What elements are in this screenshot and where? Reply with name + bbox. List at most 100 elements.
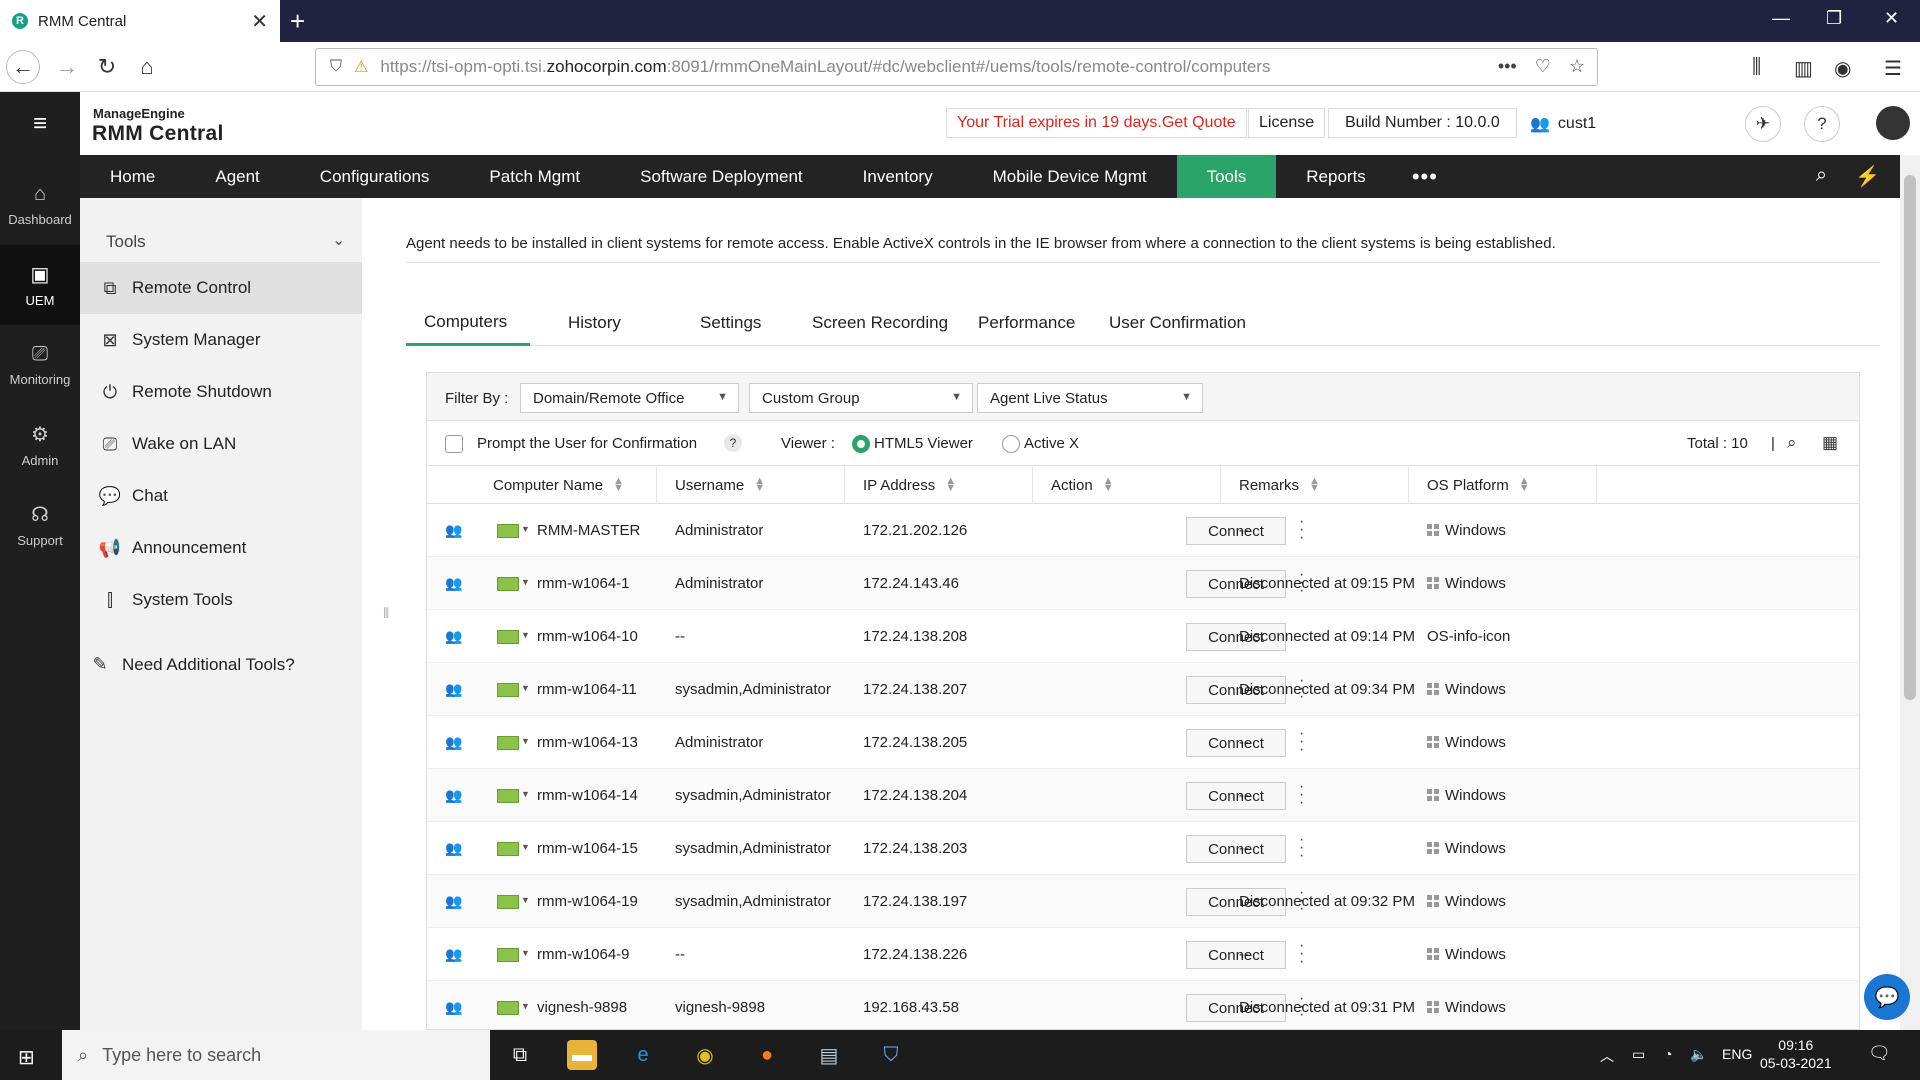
nav-software-deployment[interactable]: Software Deployment	[610, 155, 833, 198]
tab-computers[interactable]: Computers	[406, 300, 530, 346]
restore-icon[interactable]: ❐	[1826, 8, 1842, 29]
close-window-icon[interactable]: ✕	[1884, 8, 1899, 29]
kebab-menu-icon[interactable]: · · ·	[1299, 779, 1304, 811]
nav-patch-mgmt[interactable]: Patch Mgmt	[459, 155, 610, 198]
rail-item-support[interactable]: ☊ Support	[0, 485, 80, 565]
kebab-menu-icon[interactable]: · · ·	[1299, 726, 1304, 758]
caret-down-icon[interactable]: ▼	[521, 736, 530, 746]
caret-down-icon[interactable]: ▼	[521, 895, 530, 905]
rocket-icon[interactable]: ✈	[1745, 106, 1781, 142]
caret-down-icon[interactable]: ▼	[521, 1001, 530, 1011]
caret-down-icon[interactable]: ▼	[521, 524, 530, 534]
search-icon[interactable]: ⌕	[1816, 164, 1827, 189]
kebab-menu-icon[interactable]: · · ·	[1299, 832, 1304, 864]
connect-button[interactable]: Connect	[1186, 517, 1286, 545]
browser-tab[interactable]: R RMM Central ✕	[0, 0, 280, 42]
taskbar-search-box[interactable]: ⌕ Type here to search	[62, 1030, 490, 1080]
wifi-icon[interactable]: ◔	[1664, 1046, 1672, 1062]
nav-mobile-device-mgmt[interactable]: Mobile Device Mgmt	[963, 155, 1177, 198]
library-icon[interactable]: ⫼	[1752, 56, 1761, 79]
rail-item-admin[interactable]: ⚙ Admin	[0, 405, 80, 485]
quick-actions-bolt-icon[interactable]: ⚡	[1855, 164, 1880, 189]
need-additional-tools-link[interactable]: ✎ Need Additional Tools?	[88, 654, 294, 675]
col-computer-name[interactable]: Computer Name ▲ ▼	[475, 466, 657, 504]
table-row[interactable]: 👥 ▼ vignesh-9898 vignesh-9898 192.168.43.58 C…	[427, 981, 1859, 1029]
get-quote-link[interactable]: Get Quote	[1162, 114, 1236, 132]
kebab-menu-icon[interactable]: · · ·	[1299, 514, 1304, 546]
domain-filter-select[interactable]: Domain/Remote Office ▼	[520, 383, 739, 413]
brand-product[interactable]: RMM Central	[92, 122, 224, 146]
table-row[interactable]: 👥 ▼ rmm-w1064-15 sysadmin,Administrator 172.…	[427, 822, 1859, 875]
sidebar-item-remote-control[interactable]: ⧉ Remote Control	[80, 262, 362, 314]
rail-item-dashboard[interactable]: ⌂ Dashboard	[0, 165, 80, 245]
chat-app-icon[interactable]: ▤	[814, 1040, 844, 1070]
bookmark-star-icon[interactable]: ☆	[1569, 56, 1585, 77]
table-row[interactable]: 👥 ▼ rmm-w1064-1 Administrator 172.24.143.46 C…	[427, 557, 1859, 610]
volume-icon[interactable]: 🔈	[1690, 1046, 1707, 1063]
rail-item-monitoring[interactable]: ⎚ Monitoring	[0, 325, 80, 405]
html5-viewer-radio[interactable]	[852, 435, 870, 453]
new-tab-icon[interactable]: +	[290, 6, 305, 37]
sidebar-item-wake-on-lan[interactable]: ⎚ Wake on LAN	[80, 418, 362, 470]
rail-item-uem[interactable]: ▣ UEM	[0, 245, 80, 325]
scrollbar-thumb[interactable]	[1904, 175, 1916, 700]
sidebar-toggle-icon[interactable]: ▥	[1794, 56, 1813, 81]
forward-icon[interactable]: →	[50, 50, 84, 84]
minimize-icon[interactable]: —	[1772, 8, 1790, 29]
nav-tools[interactable]: Tools	[1176, 155, 1277, 198]
edge-browser-icon[interactable]: e	[628, 1040, 658, 1070]
caret-down-icon[interactable]: ▼	[521, 683, 530, 693]
nav-reports[interactable]: Reports	[1276, 155, 1396, 198]
table-row[interactable]: 👥 ▼ rmm-w1064-10 -- 172.24.138.208 Connect Dis…	[427, 610, 1859, 663]
col-remarks[interactable]: Remarks ▲ ▼	[1221, 466, 1409, 504]
caret-down-icon[interactable]: ▼	[521, 842, 530, 852]
activex-radio[interactable]	[1002, 435, 1020, 453]
tray-chevron-up-icon[interactable]: ︿	[1600, 1046, 1614, 1066]
back-icon[interactable]: ←	[6, 50, 40, 84]
prompt-confirmation-checkbox[interactable]	[445, 435, 463, 453]
more-icon[interactable]: •••	[1396, 164, 1454, 190]
agent-status-select[interactable]: Agent Live Status ▼	[977, 383, 1203, 413]
connect-button[interactable]: Connect	[1186, 941, 1286, 969]
chrome-icon[interactable]: ◉	[690, 1040, 720, 1070]
avatar[interactable]	[1876, 106, 1910, 140]
file-explorer-icon[interactable]: ▬	[567, 1040, 597, 1070]
kebab-menu-icon[interactable]: · · ·	[1299, 938, 1304, 970]
remote-user-icon[interactable]: 👥	[445, 893, 462, 910]
pocket-icon[interactable]: ♡	[1535, 56, 1551, 77]
help-icon[interactable]: ?	[1804, 106, 1840, 142]
nav-agent[interactable]: Agent	[185, 155, 289, 198]
connect-button[interactable]: Connect	[1186, 835, 1286, 863]
sidebar-item-chat[interactable]: 💬 Chat	[80, 470, 362, 522]
battery-icon[interactable]: ▭	[1632, 1046, 1645, 1063]
custom-group-select[interactable]: Custom Group ▼	[749, 383, 973, 413]
chat-support-icon[interactable]: 💬	[1864, 974, 1910, 1020]
warning-lock-icon[interactable]: ⚠	[354, 57, 368, 77]
remote-user-icon[interactable]: 👥	[445, 681, 462, 698]
security-app-icon[interactable]: ⛉	[876, 1040, 906, 1070]
windows-start-icon[interactable]: ⊞	[18, 1045, 35, 1070]
hamburger-menu-icon[interactable]: ☰	[1884, 56, 1902, 81]
sidebar-item-announcement[interactable]: 📢 Announcement	[80, 522, 362, 574]
nav-home[interactable]: Home	[80, 155, 185, 198]
col-username[interactable]: Username ▲ ▼	[657, 466, 845, 504]
table-row[interactable]: 👥 ▼ rmm-w1064-19 sysadmin,Administrator 172.…	[427, 875, 1859, 928]
col-ip-address[interactable]: IP Address ▲ ▼	[845, 466, 1033, 504]
connect-button[interactable]: Connect	[1186, 729, 1286, 757]
chevron-down-icon[interactable]: ⌄	[332, 230, 345, 250]
sidebar-item-system-tools[interactable]: ⫿ System Tools	[80, 574, 362, 626]
tab-user-confirmation[interactable]: User Confirmation	[1109, 300, 1246, 346]
nav-configurations[interactable]: Configurations	[290, 155, 460, 198]
column-chooser-icon[interactable]: ▦	[1822, 433, 1838, 453]
notifications-icon[interactable]: 🗨	[1868, 1043, 1891, 1064]
home-icon[interactable]: ⌂	[130, 50, 164, 84]
sidebar-item-system-manager[interactable]: ⊠ System Manager	[80, 314, 362, 366]
search-icon[interactable]: ⌕	[1787, 433, 1797, 453]
user-menu[interactable]: 👥 cust1	[1530, 114, 1596, 134]
table-row[interactable]: 👥 ▼ rmm-w1064-14 sysadmin,Administrator 172.…	[427, 769, 1859, 822]
caret-down-icon[interactable]: ▼	[521, 948, 530, 958]
col-action[interactable]: Action ▲ ▼	[1033, 466, 1221, 504]
connect-button[interactable]: Connect	[1186, 782, 1286, 810]
table-row[interactable]: 👥 ▼ rmm-w1064-13 Administrator 172.24.138.20…	[427, 716, 1859, 769]
reload-icon[interactable]: ↻	[90, 50, 124, 84]
